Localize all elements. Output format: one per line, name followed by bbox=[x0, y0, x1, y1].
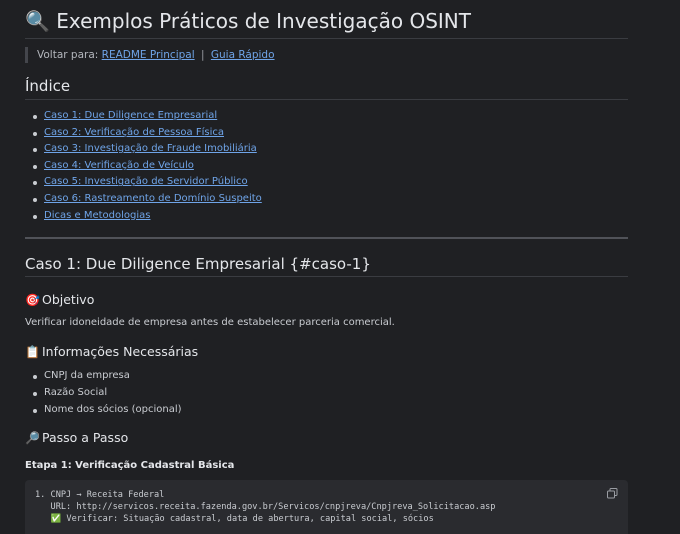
objetivo-text: Verificar idoneidade de empresa antes de… bbox=[25, 317, 395, 328]
objetivo-heading-text: Objetivo bbox=[42, 292, 95, 307]
clipboard-icon: 📋 bbox=[25, 345, 40, 359]
toc-link-caso-5[interactable]: Caso 5: Investigação de Servidor Público bbox=[44, 176, 248, 187]
toc-link-caso-4[interactable]: Caso 4: Verificação de Veículo bbox=[44, 160, 194, 171]
toc-link-caso-6[interactable]: Caso 6: Rastreamento de Domínio Suspeito bbox=[44, 193, 262, 204]
caso-1-heading: Caso 1: Due Diligence Empresarial {#caso… bbox=[25, 255, 371, 273]
info-heading: 📋 Informações Necessárias bbox=[25, 343, 198, 361]
objetivo-heading: 🎯 Objetivo bbox=[25, 291, 94, 309]
toc-item: Caso 2: Verificação de Pessoa Física bbox=[33, 125, 262, 142]
backlinks-prefix: Voltar para: bbox=[37, 49, 99, 61]
toc-item: Caso 6: Rastreamento de Domínio Suspeito bbox=[33, 191, 262, 208]
info-list: CNPJ da empresa Razão Social Nome dos só… bbox=[25, 368, 182, 418]
passo-heading: 🔎 Passo a Passo bbox=[25, 429, 128, 447]
toc-link-caso-2[interactable]: Caso 2: Verificação de Pessoa Física bbox=[44, 127, 224, 138]
page-title-text: Exemplos Práticos de Investigação OSINT bbox=[56, 9, 471, 33]
code-line: ✅ Verificar: Situação cadastral, data de… bbox=[35, 514, 434, 524]
backlinks-blockquote: Voltar para: README Principal | Guia Ráp… bbox=[25, 47, 275, 63]
page-title: 🔍 Exemplos Práticos de Investigação OSIN… bbox=[25, 0, 628, 38]
backlinks-separator: | bbox=[200, 49, 205, 61]
toc-item: Caso 3: Investigação de Fraude Imobiliár… bbox=[33, 141, 262, 158]
toc-heading: Índice bbox=[25, 77, 71, 95]
code-block: 1. CNPJ → Receita Federal URL: http://se… bbox=[25, 480, 628, 534]
readme-principal-link[interactable]: README Principal bbox=[102, 49, 195, 61]
toc-item: Caso 4: Verificação de Veículo bbox=[33, 158, 262, 175]
toc-item: Caso 1: Due Diligence Empresarial bbox=[33, 108, 262, 125]
code-line: URL: http://servicos.receita.fazenda.gov… bbox=[35, 502, 496, 512]
list-item: Razão Social bbox=[33, 385, 182, 402]
list-item: Nome dos sócios (opcional) bbox=[33, 402, 182, 419]
toc-item: Caso 5: Investigação de Servidor Público bbox=[33, 174, 262, 191]
caso-1-divider bbox=[25, 276, 628, 277]
document-content: 🔍 Exemplos Práticos de Investigação OSIN… bbox=[25, 0, 628, 534]
toc-link-caso-1[interactable]: Caso 1: Due Diligence Empresarial bbox=[44, 110, 217, 121]
horizontal-rule bbox=[25, 237, 628, 239]
toc-link-caso-3[interactable]: Caso 3: Investigação de Fraude Imobiliár… bbox=[44, 143, 257, 154]
passo-heading-text: Passo a Passo bbox=[42, 430, 129, 445]
etapa-1-heading: Etapa 1: Verificação Cadastral Básica bbox=[25, 460, 235, 471]
toc-item: Dicas e Metodologias bbox=[33, 208, 262, 225]
code-lines: 1. CNPJ → Receita Federal URL: http://se… bbox=[35, 489, 495, 525]
title-divider bbox=[25, 38, 628, 39]
list-item: CNPJ da empresa bbox=[33, 368, 182, 385]
target-icon: 🎯 bbox=[25, 293, 40, 307]
code-line: 1. CNPJ → Receita Federal bbox=[35, 490, 165, 500]
info-heading-text: Informações Necessárias bbox=[42, 344, 199, 359]
copy-icon[interactable] bbox=[607, 488, 618, 499]
toc-link-dicas[interactable]: Dicas e Metodologias bbox=[44, 210, 150, 221]
magnifier-icon: 🔍 bbox=[25, 9, 50, 33]
markdown-page: 🔍 Exemplos Práticos de Investigação OSIN… bbox=[0, 0, 680, 534]
toc-list: Caso 1: Due Diligence Empresarial Caso 2… bbox=[25, 108, 262, 224]
guia-rapido-link[interactable]: Guia Rápido bbox=[211, 49, 275, 61]
magnifier-right-icon: 🔎 bbox=[25, 431, 40, 445]
toc-divider bbox=[25, 99, 628, 100]
